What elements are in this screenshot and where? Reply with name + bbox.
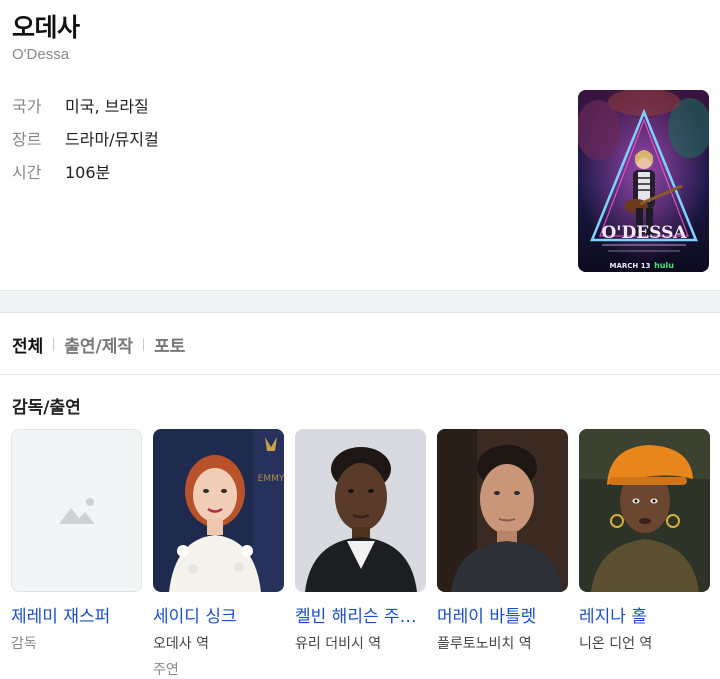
svg-text:EMMY: EMMY: [258, 474, 284, 484]
cast-photo[interactable]: EMMY: [153, 429, 284, 592]
cast-name[interactable]: 제레미 재스퍼: [11, 602, 142, 627]
cast-role: 플루토노비치 역: [437, 636, 532, 652]
cast-card[interactable]: 제레미 재스퍼 감독: [11, 429, 142, 679]
cast-photo[interactable]: [437, 429, 568, 592]
info-value: 드라마/뮤지컬: [65, 129, 159, 149]
section-title-cast: 감독/출연: [12, 398, 81, 418]
section-divider: [0, 290, 720, 313]
cast-photo[interactable]: [579, 429, 710, 592]
poster-brand-text: hulu: [654, 261, 674, 270]
cast-photo-placeholder[interactable]: [11, 429, 142, 592]
tabs-underline: [0, 374, 720, 375]
info-key: 국가: [12, 96, 42, 116]
tab-all[interactable]: 전체: [12, 332, 43, 357]
movie-poster[interactable]: O'DESSA MARCH 13 hulu: [578, 90, 709, 272]
info-key: 장르: [12, 129, 42, 149]
person-photo: [579, 429, 710, 592]
cast-card[interactable]: 머레이 바틀렛 플루토노비치 역: [437, 429, 568, 679]
cast-name[interactable]: 켈빈 해리슨 주니어: [295, 602, 426, 627]
cast-name[interactable]: 레지나 홀: [579, 602, 710, 627]
cast-card[interactable]: EMMY 세이디 싱크 오데사 역 주연: [153, 429, 284, 679]
tab-separator: [143, 338, 145, 351]
person-photo: [437, 429, 568, 592]
info-value: 미국, 브라질: [65, 96, 149, 116]
cast-role: 오데사 역: [153, 636, 209, 652]
cast-role: 감독: [11, 636, 37, 652]
person-photo: EMMY: [153, 429, 284, 592]
cast-list: 제레미 재스퍼 감독 EMMY 세이디 싱크 오데사 역 주연 켈빈 해리슨 주…: [11, 429, 710, 679]
info-row-country: 국가 미국, 브라질: [12, 88, 159, 121]
info-row-runtime: 시간 106분: [12, 154, 159, 187]
tab-separator: [53, 338, 55, 351]
image-placeholder-icon: [58, 497, 95, 524]
tab-photos[interactable]: 포토: [154, 332, 185, 357]
cast-card[interactable]: 레지나 홀 니온 디언 역: [579, 429, 710, 679]
info-key: 시간: [12, 162, 42, 182]
info-row-genre: 장르 드라마/뮤지컬: [12, 121, 159, 154]
cast-card[interactable]: 켈빈 해리슨 주니어 유리 더비시 역: [295, 429, 426, 679]
cast-role: 니온 디언 역: [579, 636, 653, 652]
content-tabs: 전체 출연/제작 포토: [12, 332, 185, 357]
movie-title: 오데사: [12, 13, 80, 42]
cast-role: 유리 더비시 역: [295, 636, 382, 652]
cast-role-type: 주연: [153, 662, 179, 678]
cast-photo[interactable]: [295, 429, 426, 592]
cast-name[interactable]: 머레이 바틀렛: [437, 602, 568, 627]
poster-title-text: O'DESSA: [601, 223, 687, 243]
movie-original-title: O'Dessa: [12, 46, 70, 63]
poster-artwork: O'DESSA MARCH 13 hulu: [578, 90, 709, 272]
tab-cast-crew[interactable]: 출연/제작: [64, 332, 133, 357]
person-photo: [295, 429, 426, 592]
info-value: 106분: [65, 162, 111, 182]
cast-name[interactable]: 세이디 싱크: [153, 602, 284, 627]
movie-info: 국가 미국, 브라질 장르 드라마/뮤지컬 시간 106분: [12, 88, 159, 187]
poster-date-text: MARCH 13: [610, 262, 651, 270]
